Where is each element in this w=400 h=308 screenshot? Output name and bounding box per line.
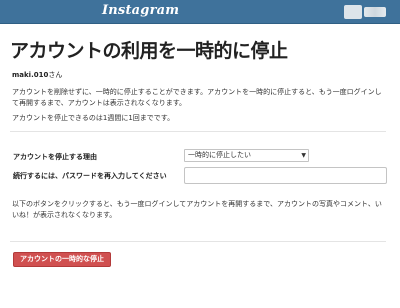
- reason-select[interactable]: 一時的に停止したい ▼: [184, 149, 309, 162]
- temporarily-disable-account-button[interactable]: アカウントの一時的な停止: [13, 252, 111, 267]
- honorific: さん: [48, 71, 63, 79]
- divider: [10, 131, 386, 132]
- top-navigation-bar: Instagram: [0, 0, 400, 24]
- reason-selected-value: 一時的に停止したい: [188, 151, 251, 159]
- footer-note: 以下のボタンをクリックすると、もう一度ログインしてアカウントを再開するまで、アカ…: [12, 200, 382, 219]
- user-greeting: maki.010さん: [12, 70, 62, 80]
- description-text: アカウントを削除せずに、一時的に停止することができます。アカウントを一時的に停止…: [12, 88, 382, 107]
- dropdown-arrow-icon: ▼: [301, 152, 306, 159]
- password-input[interactable]: [184, 167, 387, 184]
- page-title: アカウントの利用を一時的に停止: [10, 40, 288, 62]
- divider: [10, 241, 386, 242]
- profile-avatar[interactable]: [344, 5, 362, 19]
- password-label: 続行するには、パスワードを再入力してください: [13, 172, 167, 180]
- reason-label: アカウントを停止する理由: [13, 153, 97, 161]
- instagram-logo[interactable]: Instagram: [102, 3, 179, 18]
- limit-notice: アカウントを停止できるのは1週間に1回までです。: [12, 114, 175, 122]
- blurred-username[interactable]: [364, 7, 386, 17]
- username: maki.010: [12, 71, 49, 79]
